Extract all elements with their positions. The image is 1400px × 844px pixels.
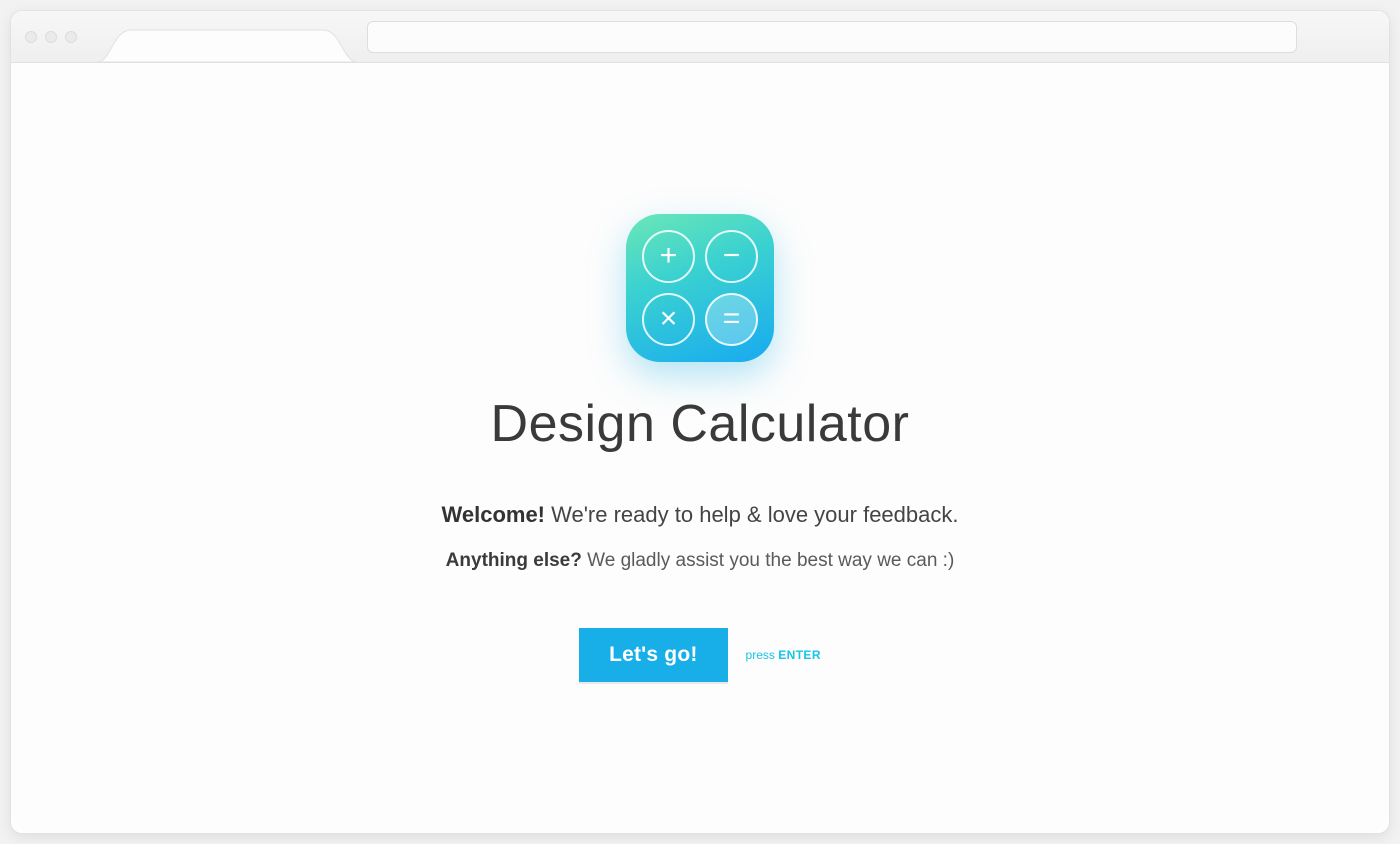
browser-window: + − × = Design Calculator Welcome! We're…: [10, 10, 1390, 834]
hint-key: ENTER: [778, 648, 821, 662]
window-controls: [25, 31, 77, 43]
browser-tab[interactable]: [97, 28, 357, 62]
lets-go-button[interactable]: Let's go!: [579, 628, 727, 682]
sub-line: Anything else? We gladly assist you the …: [446, 550, 955, 572]
minus-glyph: −: [723, 241, 741, 271]
subline-bold: Anything else?: [446, 550, 582, 571]
plus-icon: +: [642, 230, 695, 283]
press-enter-hint: press ENTER: [746, 648, 821, 662]
subline-rest: We gladly assist you the best way we can…: [582, 550, 954, 571]
calculator-app-icon: + − × =: [626, 214, 774, 362]
plus-glyph: +: [660, 241, 678, 271]
minus-icon: −: [705, 230, 758, 283]
browser-chrome: [11, 11, 1389, 63]
multiply-icon: ×: [642, 293, 695, 346]
hero: + − × = Design Calculator Welcome! We're…: [442, 214, 959, 682]
minimize-window-icon[interactable]: [45, 31, 57, 43]
address-bar[interactable]: [367, 21, 1297, 53]
page-title: Design Calculator: [491, 394, 910, 454]
multiply-glyph: ×: [660, 304, 678, 334]
maximize-window-icon[interactable]: [65, 31, 77, 43]
hint-prefix: press: [746, 648, 779, 662]
welcome-rest: We're ready to help & love your feedback…: [545, 502, 958, 527]
cta-row: Let's go! press ENTER: [579, 628, 821, 682]
page-content: + − × = Design Calculator Welcome! We're…: [11, 63, 1389, 833]
welcome-bold: Welcome!: [442, 502, 546, 527]
close-window-icon[interactable]: [25, 31, 37, 43]
equals-icon: =: [705, 293, 758, 346]
welcome-line: Welcome! We're ready to help & love your…: [442, 502, 959, 528]
equals-glyph: =: [723, 304, 741, 334]
